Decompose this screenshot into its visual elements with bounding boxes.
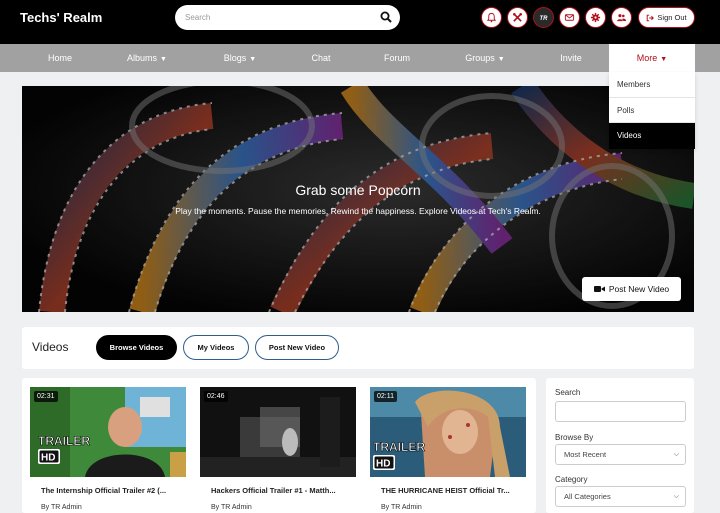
- video-duration: 02:11: [374, 391, 397, 402]
- post-new-video-tab[interactable]: Post New Video: [255, 335, 339, 360]
- svg-text:HD: HD: [41, 453, 55, 464]
- search-box: [175, 5, 400, 30]
- filter-sidebar: Search Browse By Most Recent ⌵ Category …: [546, 378, 694, 513]
- video-camera-icon: [593, 286, 605, 292]
- nav-label: Home: [47, 53, 72, 63]
- nav-item-invite[interactable]: Invite: [541, 44, 601, 72]
- browse-by-select[interactable]: Most Recent ⌵: [555, 444, 686, 465]
- nav-item-home[interactable]: Home: [28, 44, 92, 72]
- video-author: By TR Admin: [41, 504, 82, 511]
- nav-label: Blogs: [223, 53, 247, 63]
- hero-title: Grab some Popcorn: [295, 182, 421, 198]
- tr-logo-icon: TR: [540, 16, 549, 22]
- chevron-down-icon: ▼: [660, 56, 668, 63]
- video-thumbnail[interactable]: 02:31 TRAILER HD: [30, 387, 186, 477]
- nav-label: Invite: [560, 53, 582, 63]
- video-title[interactable]: The Internship Official Trailer #2 (...: [41, 486, 181, 495]
- category-select[interactable]: All Categories ⌵: [555, 486, 686, 507]
- site-logo-button[interactable]: TR: [533, 7, 554, 28]
- users-icon: [617, 14, 627, 22]
- svg-text:TR: TR: [540, 16, 549, 22]
- site-brand[interactable]: Techs' Realm: [20, 10, 102, 25]
- video-author: By TR Admin: [381, 504, 422, 511]
- search-label: Search: [555, 388, 581, 397]
- notifications-button[interactable]: [481, 7, 502, 28]
- chevron-down-icon: ▼: [249, 56, 257, 63]
- hero-banner: Grab some Popcorn Play the moments. Paus…: [22, 86, 694, 312]
- post-new-video-button[interactable]: Post New Video: [582, 277, 681, 301]
- nav-label: More: [636, 53, 658, 63]
- category-label: Category: [555, 475, 588, 484]
- videos-toolbar: Videos Browse Videos My Videos Post New …: [22, 327, 694, 369]
- nav-item-chat[interactable]: Chat: [291, 44, 351, 72]
- main-nav: Home Albums ▼ Blogs ▼ Chat Forum Groups ▼ I…: [0, 44, 720, 72]
- search-input[interactable]: [185, 9, 370, 26]
- nav-label: Chat: [311, 53, 331, 63]
- filter-search-input[interactable]: [555, 401, 686, 422]
- gear-icon: [590, 12, 601, 23]
- chevron-down-icon: ▼: [497, 56, 505, 63]
- chevron-down-icon: ▼: [160, 56, 167, 63]
- nav-label: Forum: [383, 53, 410, 63]
- svg-text:TRAILER: TRAILER: [38, 434, 90, 448]
- nav-label: Groups: [465, 53, 495, 63]
- trailer-hd-badge: TRAILER HD: [38, 434, 91, 464]
- svg-text:TRAILER: TRAILER: [373, 440, 425, 454]
- messages-button[interactable]: [559, 7, 580, 28]
- sign-out-icon: [647, 14, 655, 21]
- menu-item-polls[interactable]: Polls: [609, 98, 695, 123]
- svg-text:HD: HD: [376, 459, 390, 470]
- sign-out-label: Sign Out: [657, 13, 687, 22]
- nav-item-more[interactable]: More ▼: [609, 44, 695, 72]
- menu-item-members[interactable]: Members: [609, 72, 695, 98]
- bell-icon: [486, 12, 497, 23]
- hero-subtitle: Play the moments. Pause the memories. Re…: [175, 206, 541, 216]
- page-title: Videos: [32, 340, 69, 354]
- trailer-hd-badge: TRAILER HD: [373, 440, 426, 470]
- video-author: By TR Admin: [211, 504, 252, 511]
- nav-item-groups[interactable]: Groups ▼: [448, 44, 522, 72]
- video-title[interactable]: THE HURRICANE HEIST Official Tr...: [381, 486, 521, 495]
- video-thumbnail[interactable]: 02:46: [200, 387, 356, 477]
- settings-button[interactable]: [585, 7, 606, 28]
- nav-item-albums[interactable]: Albums ▼: [110, 44, 184, 72]
- post-new-video-label: Post New Video: [608, 284, 670, 294]
- browse-by-value: Most Recent: [564, 450, 607, 459]
- nav-item-forum[interactable]: Forum: [367, 44, 427, 72]
- browse-by-label: Browse By: [555, 433, 594, 442]
- chevron-down-icon: ⌵: [673, 451, 679, 458]
- top-bar: Techs' Realm TR Sign Out: [0, 0, 720, 44]
- more-dropdown-menu: Members Polls Videos: [609, 72, 695, 149]
- nav-label: Albums: [127, 53, 158, 63]
- my-videos-tab[interactable]: My Videos: [183, 335, 249, 360]
- video-title[interactable]: Hackers Official Trailer #1 - Matth...: [211, 486, 351, 495]
- sign-out-button[interactable]: Sign Out: [638, 7, 695, 28]
- video-grid: 02:31 TRAILER HD The Internship Official…: [22, 378, 536, 513]
- video-duration: 02:31: [34, 391, 58, 402]
- chevron-down-icon: ⌵: [673, 493, 679, 500]
- friends-button[interactable]: [611, 7, 632, 28]
- menu-item-videos[interactable]: Videos: [609, 123, 695, 149]
- tools-button[interactable]: [507, 7, 528, 28]
- video-duration: 02:46: [204, 391, 228, 402]
- nav-item-blogs[interactable]: Blogs ▼: [205, 44, 275, 72]
- browse-videos-tab[interactable]: Browse Videos: [96, 335, 177, 360]
- category-value: All Categories: [564, 492, 611, 501]
- tools-icon: [513, 13, 522, 22]
- search-icon[interactable]: [380, 11, 392, 23]
- video-thumbnail[interactable]: 02:11 TRAILER HD: [370, 387, 526, 477]
- mail-icon: [564, 14, 575, 21]
